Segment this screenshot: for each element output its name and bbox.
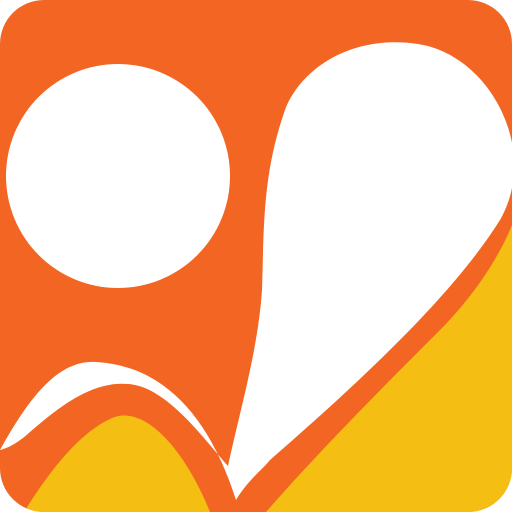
app-logo bbox=[0, 0, 512, 512]
logo-white-circle bbox=[6, 64, 230, 288]
app-logo-icon bbox=[0, 0, 512, 512]
